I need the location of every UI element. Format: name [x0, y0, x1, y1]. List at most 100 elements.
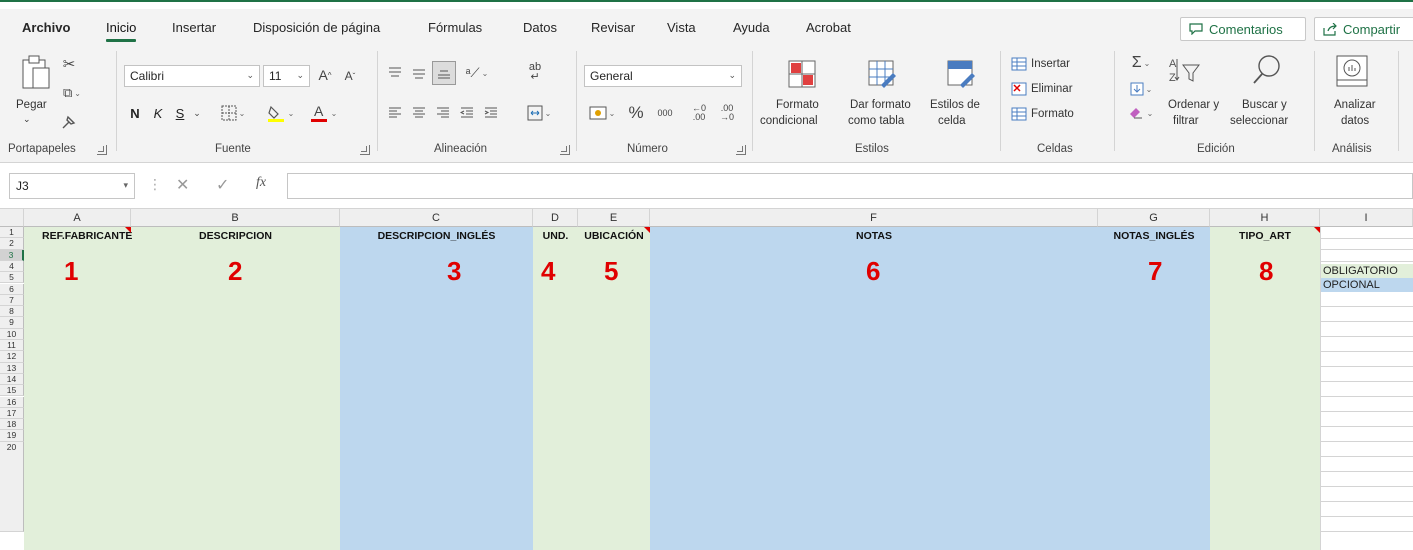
increase-indent-icon[interactable] [482, 103, 500, 123]
accounting-format-icon[interactable]: ⌄ [584, 103, 620, 123]
paste-icon[interactable] [18, 53, 52, 93]
column-header-b[interactable]: B [131, 209, 340, 227]
conditional-format-label-1[interactable]: Formato [776, 97, 819, 113]
font-size-select[interactable]: 11 ⌄ [263, 65, 310, 87]
column-header-c[interactable]: C [340, 209, 533, 227]
row-header[interactable]: 1 [0, 227, 24, 239]
row-header[interactable]: 4 [0, 260, 24, 273]
format-painter-icon[interactable] [58, 111, 80, 133]
row-header[interactable]: 18 [0, 419, 24, 431]
column-header-d[interactable]: D [533, 209, 578, 227]
fill-icon[interactable]: ⌄ [1124, 79, 1158, 99]
format-cells-label[interactable]: Formato [1031, 106, 1074, 122]
column-header-i[interactable]: I [1320, 209, 1413, 227]
comma-style-button[interactable]: 000 [653, 103, 677, 123]
tab-vista[interactable]: Vista [667, 20, 696, 35]
bold-button[interactable]: N [127, 102, 143, 124]
formula-input[interactable] [287, 173, 1413, 199]
tab-inicio[interactable]: Inicio [106, 20, 137, 42]
name-box[interactable]: J3 ▾ [9, 173, 135, 199]
sort-filter-icon[interactable]: AZ [1167, 53, 1201, 87]
row-header[interactable]: 15 [0, 385, 24, 397]
comments-button[interactable]: Comentarios [1180, 17, 1306, 41]
format-as-table-icon[interactable] [866, 57, 898, 91]
tab-datos[interactable]: Datos [523, 20, 557, 35]
cell-styles-icon[interactable] [945, 57, 977, 91]
autosum-icon[interactable]: Σ ⌄ [1124, 53, 1158, 73]
row-header[interactable]: 2 [0, 238, 24, 250]
decrease-decimal-icon[interactable]: .00 →0 [716, 101, 738, 125]
header-cell-notas[interactable]: NOTAS [650, 227, 1098, 245]
row-header[interactable]: 20 [0, 441, 24, 532]
align-middle-icon[interactable] [410, 63, 428, 83]
row-header[interactable]: 17 [0, 407, 24, 420]
increase-decimal-icon[interactable]: ←0.00 [688, 101, 710, 125]
formula-bar-handle-icon[interactable]: ⋮ [148, 176, 162, 193]
confirm-entry-icon[interactable]: ✓ [216, 175, 229, 195]
row-header[interactable]: 14 [0, 373, 24, 386]
column-header-h[interactable]: H [1210, 209, 1320, 227]
tab-archivo[interactable]: Archivo [22, 20, 70, 35]
header-cell-ubicacion[interactable]: UBICACIÓN [578, 227, 650, 245]
align-bottom-icon[interactable] [432, 61, 456, 85]
header-cell-descripcion-ingles[interactable]: DESCRIPCION_INGLÉS [340, 227, 533, 245]
format-as-table-label-1[interactable]: Dar formato [850, 97, 911, 113]
delete-cells-label[interactable]: Eliminar [1031, 81, 1073, 97]
font-launcher-icon[interactable] [360, 145, 370, 155]
percent-style-button[interactable]: % [625, 101, 647, 125]
find-select-label-2[interactable]: seleccionar [1230, 113, 1288, 129]
format-cells-icon[interactable] [1010, 105, 1028, 123]
row-header[interactable]: 5 [0, 272, 24, 284]
italic-button[interactable]: K [150, 102, 166, 124]
cell-styles-label-1[interactable]: Estilos de [930, 97, 980, 113]
insert-cells-label[interactable]: Insertar [1031, 56, 1070, 72]
column-header-g[interactable]: G [1098, 209, 1210, 227]
tab-acrobat[interactable]: Acrobat [806, 20, 851, 35]
row-header[interactable]: 12 [0, 351, 24, 363]
copy-icon[interactable]: ⧉ ⌄ [58, 82, 86, 104]
alignment-launcher-icon[interactable] [560, 145, 570, 155]
clear-icon[interactable]: ⌄ [1124, 103, 1158, 123]
row-header[interactable]: 13 [0, 362, 24, 374]
orientation-icon[interactable]: ᵃ⟋ ⌄ [462, 63, 492, 83]
align-center-icon[interactable] [410, 103, 428, 123]
tab-disposicion[interactable]: Disposición de página [253, 20, 380, 35]
insert-function-icon[interactable]: fx [256, 175, 266, 191]
decrease-font-icon[interactable]: Aˇ [341, 65, 359, 87]
row-header[interactable]: 19 [0, 430, 24, 442]
column-header-f[interactable]: F [650, 209, 1098, 227]
column-header-a[interactable]: A [24, 209, 131, 227]
cell-styles-label-2[interactable]: celda [938, 113, 966, 129]
font-color-icon[interactable]: A ⌄ [303, 101, 343, 125]
wrap-text-icon[interactable]: ab ↵ [524, 59, 546, 85]
cancel-entry-icon[interactable]: ✕ [176, 175, 189, 195]
row-header[interactable]: 3 [0, 249, 24, 261]
list-item[interactable]: OPCIONAL [1321, 278, 1413, 292]
underline-button[interactable]: S [172, 102, 188, 124]
select-all-corner[interactable] [0, 209, 24, 227]
clipboard-launcher-icon[interactable] [97, 145, 107, 155]
align-top-icon[interactable] [386, 63, 404, 83]
row-header[interactable]: 11 [0, 340, 24, 352]
column-header-e[interactable]: E [578, 209, 650, 227]
decrease-indent-icon[interactable] [458, 103, 476, 123]
header-cell-descripcion[interactable]: DESCRIPCION [131, 227, 340, 245]
row-header[interactable]: 6 [0, 283, 24, 295]
cut-icon[interactable]: ✂ [58, 53, 80, 75]
tab-ayuda[interactable]: Ayuda [733, 20, 770, 35]
number-launcher-icon[interactable] [736, 145, 746, 155]
paste-chevron-icon[interactable]: ⌄ [23, 111, 31, 127]
align-right-icon[interactable] [434, 103, 452, 123]
row-header[interactable]: 7 [0, 294, 24, 307]
number-format-select[interactable]: General ⌄ [584, 65, 742, 87]
header-cell-ref-fabricante[interactable]: REF.FABRICANTE [24, 227, 132, 245]
tab-insertar[interactable]: Insertar [172, 20, 216, 35]
find-select-label-1[interactable]: Buscar y [1242, 97, 1287, 113]
tab-revisar[interactable]: Revisar [591, 20, 635, 35]
row-header[interactable]: 8 [0, 306, 24, 318]
merge-center-icon[interactable]: ⌄ [522, 103, 556, 123]
sort-filter-label-1[interactable]: Ordenar y [1168, 97, 1219, 113]
insert-cells-icon[interactable] [1010, 55, 1028, 73]
row-header[interactable]: 9 [0, 317, 24, 329]
worksheet-grid[interactable]: A B C D E F G H I 1 2 3 4 5 6 7 8 9 10 1… [0, 209, 1413, 550]
